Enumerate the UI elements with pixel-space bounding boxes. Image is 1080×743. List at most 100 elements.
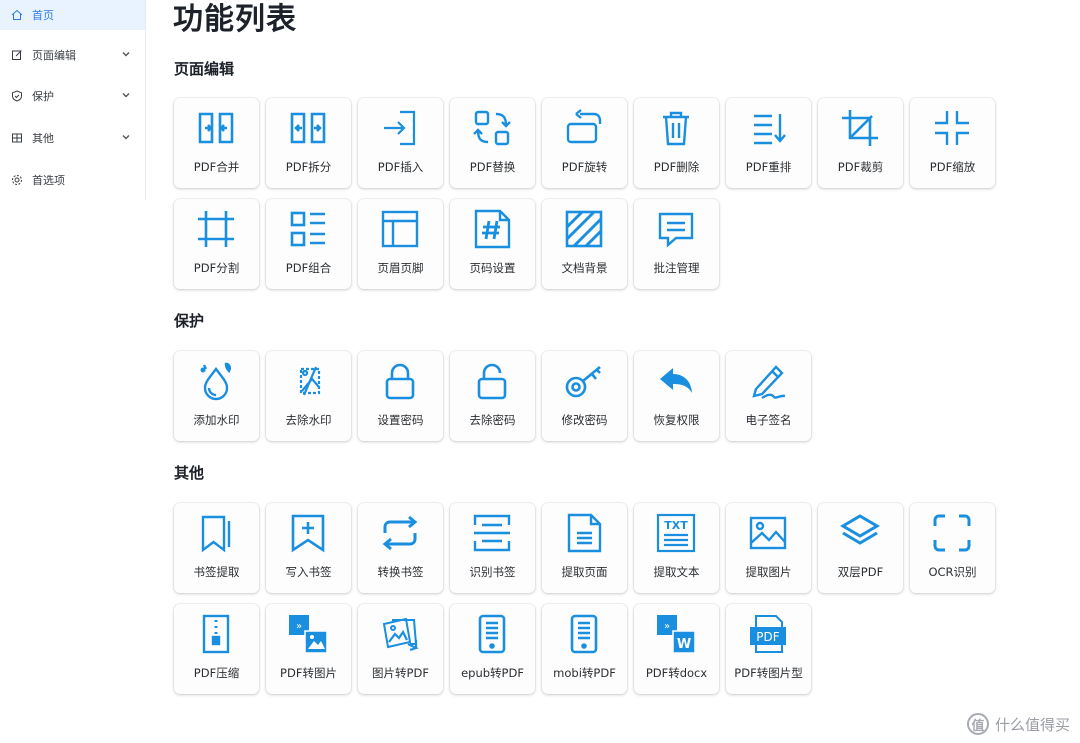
sidebar-item-preferences[interactable]: 首选项 <box>0 165 145 195</box>
tile-pdf-reorder[interactable]: PDF重排 <box>726 98 811 188</box>
tile-label: PDF转docx <box>645 666 708 680</box>
tile-add-watermark[interactable]: 添加水印 <box>174 351 259 441</box>
tile-pdf-replace[interactable]: PDF替换 <box>450 98 535 188</box>
tile-label: PDF压缩 <box>193 666 240 680</box>
rotate-icon <box>564 108 604 148</box>
tile-label: PDF转图片 <box>280 666 337 680</box>
compress-icon <box>196 614 236 654</box>
tile-label: 双层PDF <box>837 565 884 579</box>
svg-text:W: W <box>677 637 691 652</box>
docx-icon: » W <box>656 614 696 654</box>
tile-label: 修改密码 <box>561 413 608 427</box>
tile-label: 转换书签 <box>377 565 424 579</box>
convert-icon <box>380 513 420 553</box>
tile-label: 恢复权限 <box>653 413 700 427</box>
sidebar-item-label: 其他 <box>32 132 54 145</box>
tile-pdf-to-docx[interactable]: » W PDF转docx <box>634 604 719 694</box>
tile-label: PDF删除 <box>653 160 700 174</box>
chevron-down-icon[interactable] <box>121 132 131 142</box>
shield-icon <box>10 89 24 103</box>
sidebar-item-label: 页面编辑 <box>32 49 76 62</box>
page-number-icon <box>472 209 512 249</box>
tile-label: PDF组合 <box>285 261 332 275</box>
tile-pdf-divide[interactable]: PDF分割 <box>174 199 259 289</box>
ocr-icon <box>932 513 972 553</box>
sidebar-item-label: 首选项 <box>32 174 65 187</box>
tile-label: 识别书签 <box>469 565 516 579</box>
tile-label: 提取图片 <box>745 565 792 579</box>
tile-pdf-split[interactable]: PDF拆分 <box>266 98 351 188</box>
tile-ocr[interactable]: OCR识别 <box>910 503 995 593</box>
sidebar-item-home[interactable]: 首页 <box>0 0 145 30</box>
tile-pdf-to-image-type[interactable]: PDF PDF转图片型 <box>726 604 811 694</box>
tile-double-layer-pdf[interactable]: 双层PDF <box>818 503 903 593</box>
tile-label: 图片转PDF <box>372 666 429 680</box>
sidebar-item-page-edit[interactable]: 页面编辑 <box>0 40 145 70</box>
tile-pdf-compress[interactable]: PDF压缩 <box>174 604 259 694</box>
tile-pdf-scale[interactable]: PDF缩放 <box>910 98 995 188</box>
tile-mobi-to-pdf[interactable]: mobi转PDF <box>542 604 627 694</box>
tile-set-password[interactable]: 设置密码 <box>358 351 443 441</box>
tile-label: 去除水印 <box>285 413 332 427</box>
bookmark-icon <box>196 513 236 553</box>
tile-label: OCR识别 <box>928 565 977 579</box>
tile-pdf-delete[interactable]: PDF删除 <box>634 98 719 188</box>
sidebar-item-other[interactable]: 其他 <box>0 123 145 153</box>
tile-pdf-to-image[interactable]: » PDF转图片 <box>266 604 351 694</box>
tile-bookmark-recognize[interactable]: 识别书签 <box>450 503 535 593</box>
tile-restore-permission[interactable]: 恢复权限 <box>634 351 719 441</box>
sidebar-item-label: 保护 <box>32 90 54 103</box>
tile-pdf-merge[interactable]: PDF合并 <box>174 98 259 188</box>
tile-change-password[interactable]: 修改密码 <box>542 351 627 441</box>
tile-pdf-rotate[interactable]: PDF旋转 <box>542 98 627 188</box>
tile-bookmark-convert[interactable]: 转换书签 <box>358 503 443 593</box>
tile-epub-to-pdf[interactable]: epub转PDF <box>450 604 535 694</box>
tile-image-to-pdf[interactable]: 图片转PDF <box>358 604 443 694</box>
background-icon <box>564 209 604 249</box>
tile-pdf-combine[interactable]: PDF组合 <box>266 199 351 289</box>
pdf-image-type-icon: PDF <box>748 614 788 654</box>
page-title: 功能列表 <box>173 2 297 37</box>
layers-icon <box>840 513 880 553</box>
pdf-to-image-icon: » <box>288 614 328 654</box>
tile-doc-background[interactable]: 文档背景 <box>542 199 627 289</box>
epub-icon <box>472 614 512 654</box>
section-title-protect: 保护 <box>174 312 205 330</box>
tile-label: epub转PDF <box>461 666 524 680</box>
insert-icon <box>380 108 420 148</box>
lock-icon <box>380 361 420 401</box>
tile-label: 页眉页脚 <box>377 261 424 275</box>
tile-header-footer[interactable]: 页眉页脚 <box>358 199 443 289</box>
tile-e-signature[interactable]: 电子签名 <box>726 351 811 441</box>
tile-comment-manage[interactable]: 批注管理 <box>634 199 719 289</box>
tile-remove-watermark[interactable]: 去除水印 <box>266 351 351 441</box>
tile-label: PDF拆分 <box>285 160 332 174</box>
watermark-text: 什么值得买 <box>994 715 1070 734</box>
grid-icon <box>10 131 24 145</box>
tile-extract-text[interactable]: TXT 提取文本 <box>634 503 719 593</box>
tile-label: 页码设置 <box>469 261 516 275</box>
tile-extract-page[interactable]: 提取页面 <box>542 503 627 593</box>
tile-remove-password[interactable]: 去除密码 <box>450 351 535 441</box>
tile-pdf-crop[interactable]: PDF裁剪 <box>818 98 903 188</box>
shrink-icon <box>932 108 972 148</box>
svg-text:PDF: PDF <box>756 630 779 644</box>
tile-label: 书签提取 <box>193 565 240 579</box>
divide-icon <box>196 209 236 249</box>
chevron-down-icon[interactable] <box>121 49 131 59</box>
source-watermark: 值 什么值得买 <box>966 713 1070 735</box>
undo-icon <box>656 361 696 401</box>
tile-label: PDF插入 <box>377 160 424 174</box>
tile-page-number[interactable]: 页码设置 <box>450 199 535 289</box>
tile-extract-image[interactable]: 提取图片 <box>726 503 811 593</box>
tile-label: PDF缩放 <box>929 160 976 174</box>
tile-bookmark-write[interactable]: 写入书签 <box>266 503 351 593</box>
tile-pdf-insert[interactable]: PDF插入 <box>358 98 443 188</box>
image-to-pdf-icon <box>380 614 420 654</box>
sidebar-item-protect[interactable]: 保护 <box>0 81 145 111</box>
svg-text:TXT: TXT <box>664 519 688 532</box>
replace-icon <box>472 108 512 148</box>
text-extract-icon: TXT <box>656 513 696 553</box>
chevron-down-icon[interactable] <box>121 90 131 100</box>
tile-bookmark-extract[interactable]: 书签提取 <box>174 503 259 593</box>
